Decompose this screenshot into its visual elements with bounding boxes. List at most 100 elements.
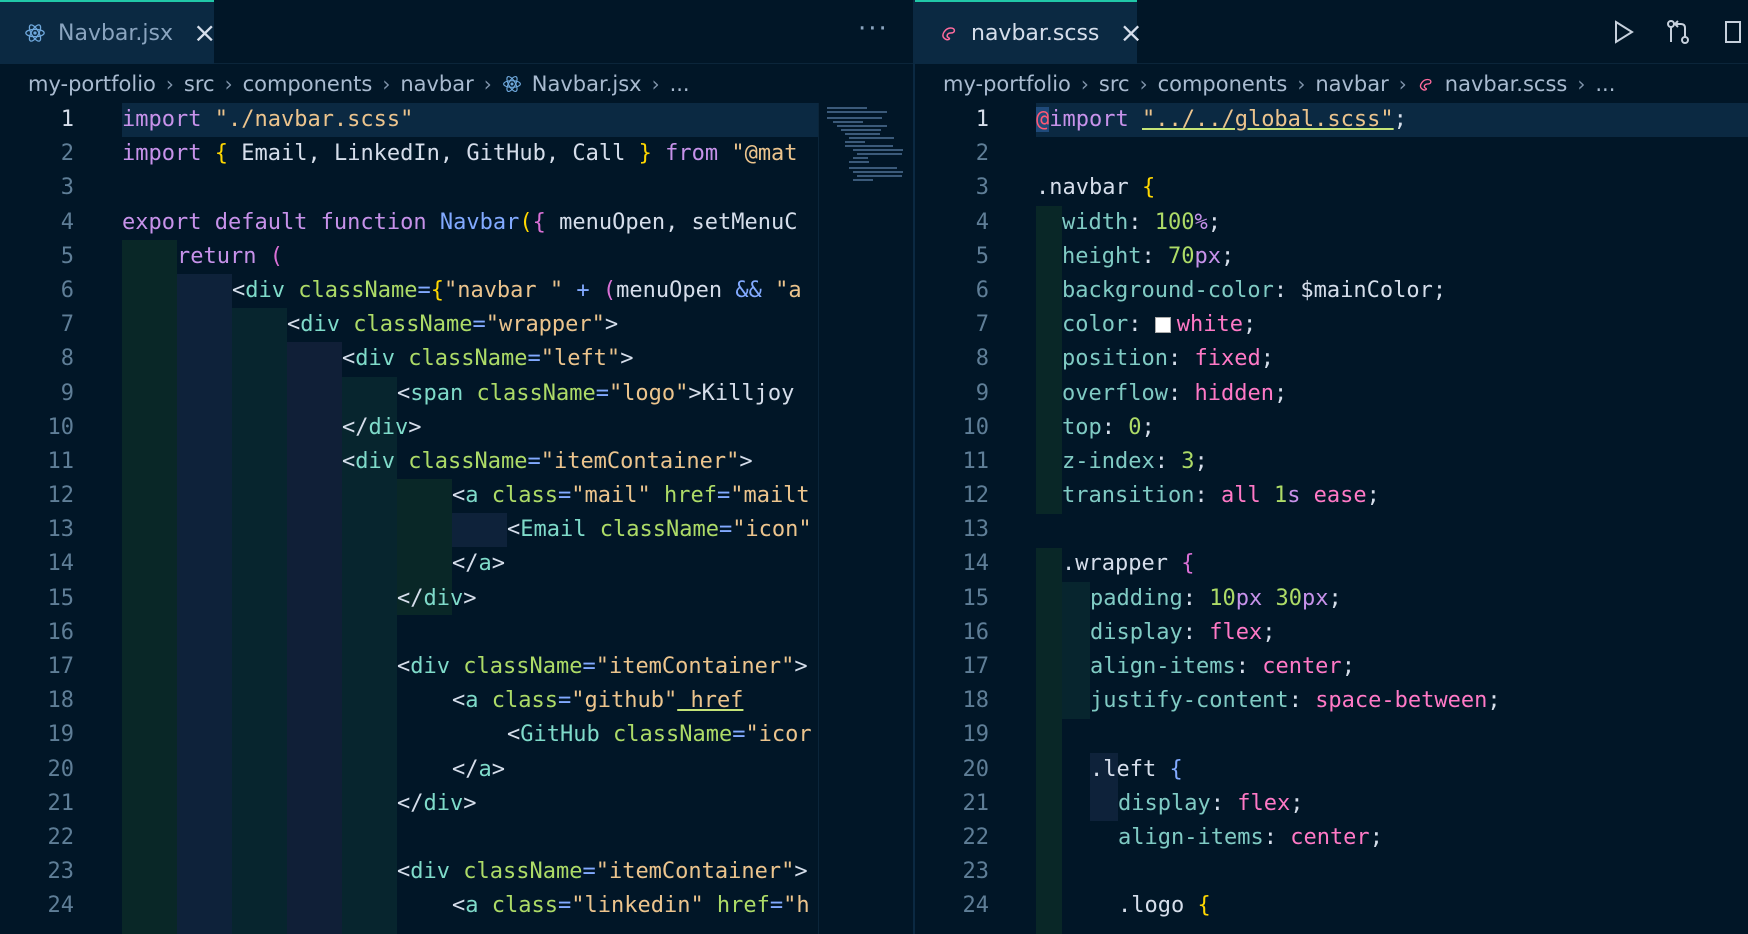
breadcrumb-item[interactable]: Navbar.jsx [532,72,642,96]
tab-navbar-jsx[interactable]: Navbar.jsx × [0,0,217,64]
code-line: 23 <div className="itemContainer"> [0,855,913,889]
code-line: 4 width: 100%; [915,206,1748,240]
code-line: 18 <a class="github" href [0,684,913,718]
line-number: 12 [47,483,75,509]
code-line: 6 <div className={"navbar " + (menuOpen &… [0,274,913,308]
chevron-right-icon: › [382,72,391,96]
line-number: 15 [47,585,75,611]
code-line: 4 export default function Navbar({ menuOp… [0,206,913,240]
code-line: 24 <a class="linkedin" href="h [0,889,913,923]
color-swatch[interactable] [1154,317,1171,334]
code-line: 3 .navbar { [915,171,1748,205]
code-line: 21 </div> [0,787,913,821]
line-number: 4 [60,209,74,235]
sass-icon [939,22,959,44]
code-line: 13 <Email className="icon" [0,513,913,547]
chevron-right-icon: › [1139,72,1148,96]
line-number: 1 [60,107,74,132]
line-number: 18 [962,688,990,714]
breadcrumb-item[interactable]: src [1099,72,1130,96]
line-number: 8 [60,346,74,372]
code-line: 20 .left { [915,753,1748,787]
breadcrumb-item[interactable]: ... [670,72,690,96]
code-line: 24 .logo { [915,889,1748,923]
chevron-right-icon: › [483,72,492,96]
breadcrumb-item[interactable]: components [1158,72,1288,96]
editor-pane-left: Navbar.jsx × ··· my-portfolio › src › comp… [0,0,913,934]
code-line: 15 padding: 10px 30px; [915,582,1748,616]
line-number: 19 [962,722,990,748]
code-line: 7 color: white; [915,308,1748,342]
code-line: 9 overflow: hidden; [915,377,1748,411]
code-line: 14 .wrapper { [915,547,1748,581]
close-icon[interactable]: × [1119,19,1142,47]
line-number: 10 [47,414,75,440]
line-number: 24 [47,893,75,919]
breadcrumb-item[interactable]: src [184,72,215,96]
code-line: 22 [0,821,913,855]
code-line: 7 <div className="wrapper"> [0,308,913,342]
line-number: 14 [962,551,990,577]
code-line: 1 @import "../../global.scss"; [915,103,1748,138]
breadcrumb-item[interactable]: my-portfolio [28,72,156,96]
code-line: 15 </div> [0,582,913,616]
code-line: 10 top: 0; [915,411,1748,445]
breadcrumb-item[interactable]: navbar [400,72,473,96]
line-number: 2 [60,141,74,167]
close-icon[interactable]: × [193,19,216,47]
minimap[interactable] [818,103,913,934]
breadcrumb-item[interactable]: navbar [1315,72,1388,96]
line-number: 23 [47,859,75,885]
chevron-right-icon: › [1297,72,1306,96]
source-control-icon[interactable] [1662,12,1694,52]
code-line: 16 display: flex; [915,616,1748,650]
code-line: 23 [915,855,1748,889]
code-editor[interactable]: 1 @import "../../global.scss"; 2 3 .navbar… [915,103,1748,934]
line-number: 17 [47,654,75,679]
line-number: 9 [60,380,74,406]
code-line: 1 import "./navbar.scss" [0,103,913,138]
code-line: 12 transition: all 1s ease; [915,479,1748,513]
code-line: 14 </a> [0,547,913,581]
code-line: 17 align-items: center; [915,650,1748,684]
line-number: 21 [47,790,75,816]
breadcrumb-item[interactable]: components [243,72,373,96]
code-line: 16 [0,616,913,650]
code-editor[interactable]: 1 import "./navbar.scss" 2 import { Email,… [0,103,913,934]
line-number: 6 [60,277,74,303]
line-number: 11 [47,448,75,474]
tab-label: Navbar.jsx [58,20,174,46]
line-number: 5 [975,243,989,269]
breadcrumb-item[interactable]: ... [1595,72,1615,96]
code-line: 8 <div className="left"> [0,342,913,376]
line-number: 16 [962,619,990,645]
code-line: 5 height: 70px; [915,240,1748,274]
code-line: 9 <span className="logo">Killjoy [0,377,913,411]
breadcrumb-item[interactable]: navbar.scss [1445,72,1568,96]
split-editor-icon[interactable] [1716,12,1748,52]
line-number: 13 [47,517,75,543]
breadcrumb: my-portfolio › src › components › navbar › N… [28,68,690,100]
tab-bar-left: Navbar.jsx × ··· [0,0,913,64]
line-number: 23 [962,859,990,885]
breadcrumb-item[interactable]: my-portfolio [943,72,1071,96]
run-icon[interactable] [1608,12,1640,52]
tab-navbar-scss[interactable]: navbar.scss × [915,0,1143,64]
tab-label: navbar.scss [971,20,1100,46]
code-line: 11 z-index: 3; [915,445,1748,479]
code-line: 19 <GitHub className="icor [0,718,913,752]
chevron-right-icon: › [1398,72,1407,96]
code-line: 3 [0,171,913,205]
code-line: 12 <a class="mail" href="mailt [0,479,913,513]
more-actions-icon[interactable]: ··· [858,14,889,44]
line-number: 2 [975,141,989,167]
line-number: 3 [60,175,74,201]
line-number: 8 [975,346,989,372]
code-line: 8 position: fixed; [915,342,1748,376]
code-line: 11 <div className="itemContainer"> [0,445,913,479]
line-number: 18 [47,688,75,714]
line-number: 22 [47,824,75,850]
line-number: 9 [975,380,989,406]
line-number: 5 [60,243,74,269]
line-number: 13 [962,517,990,543]
